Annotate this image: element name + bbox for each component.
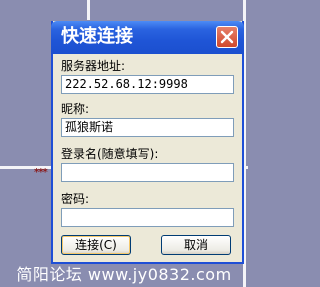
login-name-label: 登录名(随意填写): — [61, 147, 159, 161]
password-field[interactable] — [61, 208, 234, 227]
dialog-titlebar[interactable]: 快速连接 — [51, 21, 244, 54]
login-name-field[interactable] — [61, 163, 234, 182]
nickname-label: 昵称: — [61, 102, 90, 116]
connect-button[interactable]: 连接(C) — [61, 235, 131, 255]
close-icon — [220, 30, 234, 44]
dialog-title: 快速连接 — [61, 26, 133, 47]
site-watermark: 简阳论坛 www.jy0832.com — [16, 265, 232, 284]
quick-connect-dialog: 快速连接 服务器地址: 222.52.68.12:9998 昵称: 孤狼斯诺 登… — [51, 21, 244, 264]
close-button[interactable] — [216, 26, 238, 48]
server-address-field[interactable]: 222.52.68.12:9998 — [61, 75, 234, 94]
background-line — [87, 0, 90, 20]
password-label: 密码: — [61, 192, 90, 206]
nickname-field[interactable]: 孤狼斯诺 — [61, 118, 234, 137]
background-asterisks: *** — [34, 167, 48, 178]
cancel-button[interactable]: 取消 — [161, 235, 231, 255]
server-address-label: 服务器地址: — [61, 59, 126, 73]
